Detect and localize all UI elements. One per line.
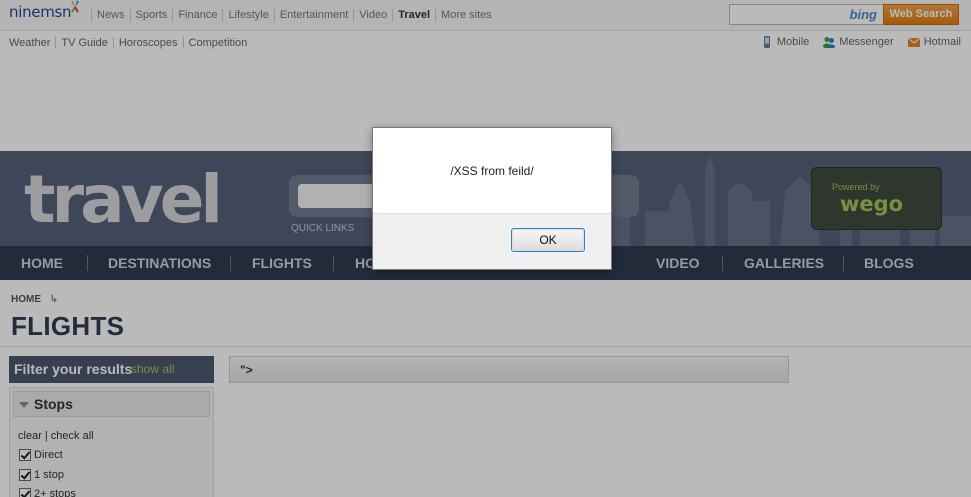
alert-footer: OK <box>373 213 611 269</box>
alert-message: /XSS from feild/ <box>450 164 534 178</box>
ok-button[interactable]: OK <box>511 228 585 252</box>
alert-dialog: /XSS from feild/ OK <box>372 127 612 270</box>
